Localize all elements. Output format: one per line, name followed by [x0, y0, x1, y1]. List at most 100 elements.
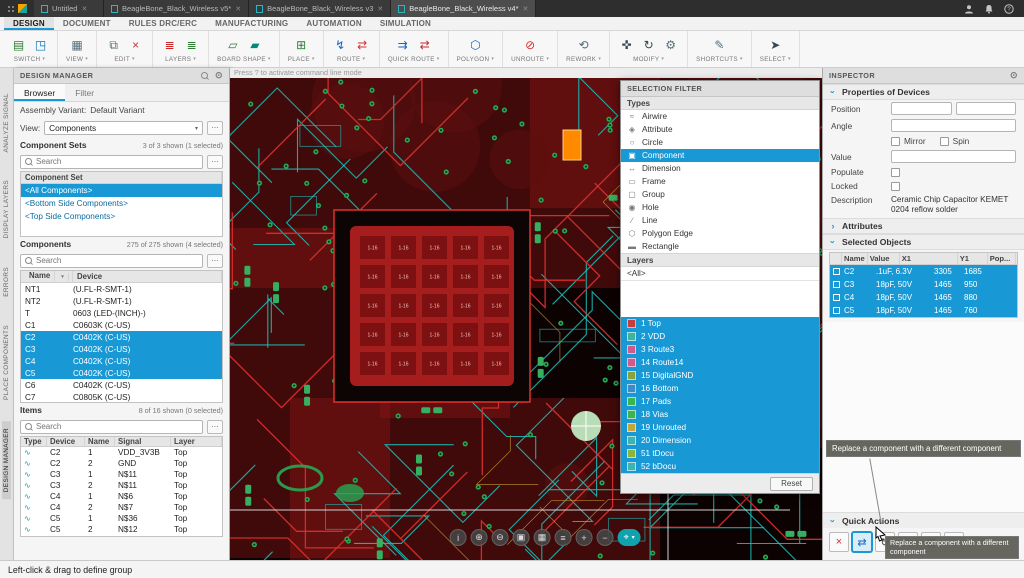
- component-row[interactable]: C6 C0402K (C-US): [21, 379, 222, 391]
- ribbon-group-label[interactable]: PLACE ▾: [288, 56, 315, 63]
- ribbon-group-label[interactable]: POLYGON ▾: [457, 56, 495, 63]
- add-button[interactable]: +: [576, 529, 593, 546]
- component-row[interactable]: C5 C0402K (C-US): [21, 367, 222, 379]
- y1-column-header[interactable]: Y1: [958, 253, 988, 264]
- locked-checkbox[interactable]: [891, 182, 900, 191]
- zoom-out-button[interactable]: ⊖: [492, 529, 509, 546]
- filter-type-item[interactable]: ▬ Rectangle: [621, 240, 819, 253]
- menubar-item[interactable]: DOCUMENT: [54, 17, 120, 30]
- x1-column-header[interactable]: X1: [900, 253, 958, 264]
- panel-tab[interactable]: PLACE COMPONENTS: [2, 318, 11, 407]
- component-row[interactable]: C4 C0402K (C-US): [21, 355, 222, 367]
- component-set-row[interactable]: <Bottom Side Components>: [21, 197, 222, 210]
- signal-column-header[interactable]: Signal: [115, 437, 171, 446]
- mirror-checkbox[interactable]: [891, 137, 900, 146]
- ribbon-group-label[interactable]: VIEW ▾: [66, 56, 88, 63]
- notifications-bell-icon[interactable]: [983, 3, 994, 14]
- value-column-header[interactable]: Value: [868, 253, 900, 264]
- menubar-item[interactable]: DESIGN: [4, 17, 54, 30]
- rotate-icon[interactable]: ↻: [640, 37, 657, 54]
- remove-button[interactable]: −: [597, 529, 614, 546]
- route-manual-icon[interactable]: ↯: [332, 37, 349, 54]
- components-search-input[interactable]: [36, 256, 199, 265]
- selected-object-row[interactable]: C3 18pF, 50V 1465 950: [830, 278, 1017, 291]
- quick-actions-section-header[interactable]: › Quick Actions: [823, 512, 1024, 528]
- layers-top-icon[interactable]: ≣: [161, 37, 178, 54]
- delete-icon[interactable]: ×: [127, 37, 144, 54]
- delete-action-button[interactable]: ×: [829, 532, 849, 552]
- layer-item[interactable]: 3 Route3: [621, 343, 819, 356]
- filter-type-item[interactable]: ≈ Airwire: [621, 110, 819, 123]
- selected-object-row[interactable]: C5 18pF, 50V 1465 760: [830, 304, 1017, 317]
- document-tab[interactable]: BeagleBone_Black_Wireless v5* ✕: [104, 0, 249, 17]
- layer-column-header[interactable]: Layer: [171, 437, 222, 446]
- items-more-button[interactable]: ⋯: [207, 420, 223, 434]
- components-more-button[interactable]: ⋯: [207, 254, 223, 268]
- component-row[interactable]: T 0603 (LED-(INCH)-): [21, 307, 222, 319]
- position-x-input[interactable]: [891, 102, 952, 115]
- filter-type-item[interactable]: ⬡ Polygon Edge: [621, 227, 819, 240]
- attributes-section-header[interactable]: › Attributes: [823, 218, 1024, 234]
- menubar-item[interactable]: SIMULATION: [371, 17, 440, 30]
- item-row[interactable]: ∿ C4 1 N$6 Top: [21, 491, 222, 502]
- value-input[interactable]: [891, 150, 1016, 163]
- layers-all-icon[interactable]: ≣: [183, 37, 200, 54]
- name-column-header[interactable]: Name: [842, 253, 868, 264]
- zoom-in-button[interactable]: ⊕: [471, 529, 488, 546]
- ribbon-group-label[interactable]: UNROUTE ▾: [511, 56, 549, 63]
- items-search[interactable]: [20, 420, 203, 434]
- menubar-item[interactable]: MANUFACTURING: [206, 17, 297, 30]
- component-sets-more-button[interactable]: ⋯: [207, 155, 223, 169]
- ribbon-group-label[interactable]: BOARD SHAPE ▾: [217, 56, 271, 63]
- item-row[interactable]: ∿ C5 2 N$12 Top: [21, 524, 222, 535]
- layer-item[interactable]: 14 Route14: [621, 356, 819, 369]
- app-logo[interactable]: [0, 0, 34, 17]
- ribbon-group-label[interactable]: LAYERS ▾: [165, 56, 196, 63]
- name-column-header[interactable]: Name▾: [21, 271, 73, 282]
- replace-component-button[interactable]: ⇄: [852, 532, 872, 552]
- board-outline-icon[interactable]: ▱: [224, 37, 241, 54]
- item-row[interactable]: ∿ C5 1 N$36 Top: [21, 513, 222, 524]
- component-row[interactable]: C2 C0402K (C-US): [21, 331, 222, 343]
- all-layers-row[interactable]: <All>: [621, 267, 819, 281]
- layer-item[interactable]: 16 Bottom: [621, 382, 819, 395]
- selected-object-row[interactable]: C2 .1uF, 6.3V 3305 1685: [830, 265, 1017, 278]
- rework-icon[interactable]: ⟲: [575, 37, 592, 54]
- filter-type-item[interactable]: ▢ Group: [621, 188, 819, 201]
- layer-item[interactable]: 51 tDocu: [621, 447, 819, 460]
- filter-type-item[interactable]: ◈ Attribute: [621, 123, 819, 136]
- ribbon-group-label[interactable]: ROUTE ▾: [337, 56, 365, 63]
- filter-type-item[interactable]: ▭ Frame: [621, 175, 819, 188]
- ribbon-group-label[interactable]: SWITCH ▾: [14, 56, 45, 63]
- panel-tab[interactable]: DESIGN MANAGER: [2, 421, 11, 499]
- ribbon-group-label[interactable]: SHORTCUTS ▾: [696, 56, 743, 63]
- info-button[interactable]: i: [450, 529, 467, 546]
- properties-section-header[interactable]: › Properties of Devices: [823, 84, 1024, 100]
- document-tab[interactable]: BeagleBone_Black_Wireless v4* ✕: [391, 0, 536, 17]
- component-row[interactable]: C3 C0402K (C-US): [21, 343, 222, 355]
- component-set-row[interactable]: <All Components>: [21, 184, 222, 197]
- device-column-header[interactable]: Device: [47, 437, 85, 446]
- panel-tab[interactable]: ANALYZE SIGNAL: [2, 86, 11, 159]
- quick-route-icon[interactable]: ⇉: [394, 37, 411, 54]
- layer-item[interactable]: 52 bDocu: [621, 460, 819, 473]
- component-sets-search[interactable]: [20, 155, 203, 169]
- place-component-icon[interactable]: ⊞: [293, 37, 310, 54]
- layer-item[interactable]: 17 Pads: [621, 395, 819, 408]
- layer-item[interactable]: 19 Unrouted: [621, 421, 819, 434]
- filter-type-item[interactable]: ◉ Hole: [621, 201, 819, 214]
- help-icon[interactable]: ?: [1003, 3, 1014, 14]
- ribbon-group-label[interactable]: SELECT ▾: [760, 56, 791, 63]
- menubar-item[interactable]: RULES DRC/ERC: [120, 17, 206, 30]
- selection-mode-button[interactable]: ⌖ ▾: [618, 529, 641, 546]
- selected-objects-section-header[interactable]: › Selected Objects: [823, 234, 1024, 250]
- board-fill-icon[interactable]: ▰: [246, 37, 263, 54]
- ribbon-group-label[interactable]: REWORK ▾: [566, 56, 601, 63]
- view-options-button[interactable]: ⋯: [207, 121, 223, 135]
- spin-checkbox[interactable]: [940, 137, 949, 146]
- type-column-header[interactable]: Type: [21, 437, 47, 446]
- populate-column-header[interactable]: Pop...: [988, 253, 1016, 264]
- route-differential-icon[interactable]: ⇄: [354, 37, 371, 54]
- view-select[interactable]: Components ▾: [44, 121, 203, 135]
- design-manager-tab[interactable]: Filter: [65, 84, 104, 101]
